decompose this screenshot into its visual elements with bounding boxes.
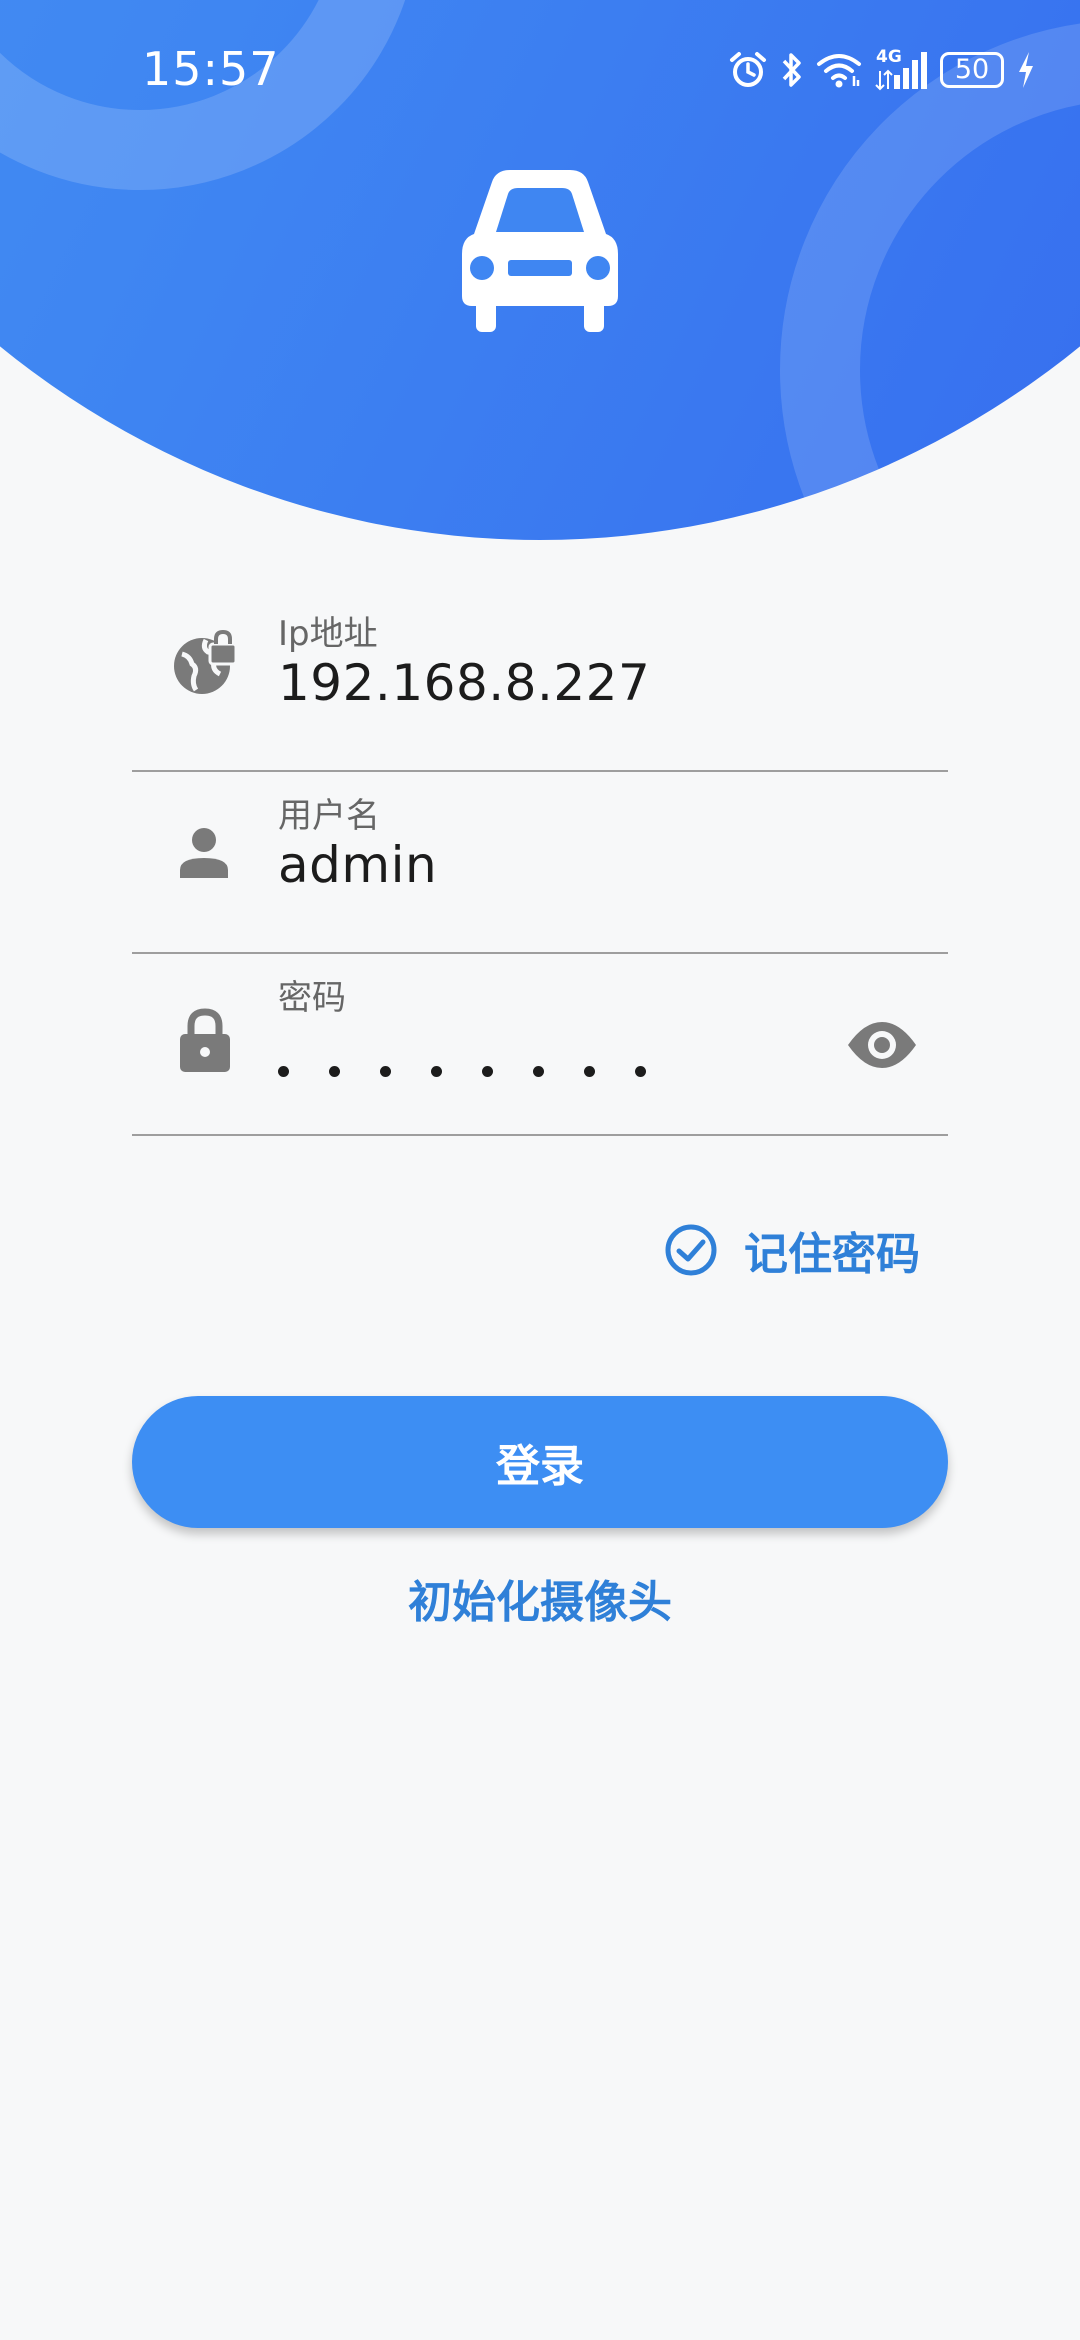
bluetooth-icon <box>782 53 801 87</box>
password-field[interactable]: 密码 <box>132 954 948 1136</box>
eye-icon[interactable] <box>846 1018 918 1072</box>
password-dot <box>431 1066 442 1077</box>
wifi-icon <box>817 54 861 88</box>
password-dot <box>584 1066 595 1077</box>
remember-password-label: 记住密码 <box>744 1229 920 1280</box>
password-dot <box>635 1066 646 1077</box>
person-icon <box>180 828 228 878</box>
charging-icon <box>1019 52 1033 88</box>
globe-lock-icon <box>174 630 238 694</box>
password-dot <box>278 1066 289 1077</box>
username-field[interactable]: 用户名 admin <box>132 772 948 954</box>
password-label: 密码 <box>278 978 346 1018</box>
password-input[interactable] <box>278 1066 646 1077</box>
password-dot <box>329 1066 340 1077</box>
password-dot <box>533 1066 544 1077</box>
username-input[interactable]: admin <box>278 836 437 894</box>
alarm-icon <box>730 52 766 87</box>
login-screen: 15:57 4G 50 Ip地址 192.168.8.227 用户名 admin… <box>0 0 1080 2340</box>
status-bar: 15:57 4G 50 <box>0 0 1080 140</box>
status-icons: 4G 50 <box>728 46 1036 94</box>
car-icon <box>462 170 618 332</box>
lock-icon <box>180 1008 230 1072</box>
ip-label: Ip地址 <box>278 614 378 654</box>
ip-field[interactable]: Ip地址 192.168.8.227 <box>132 590 948 772</box>
ip-input[interactable]: 192.168.8.227 <box>278 654 650 712</box>
login-form: Ip地址 192.168.8.227 用户名 admin 密码 <box>132 590 948 1136</box>
signal-icon: 4G <box>874 47 928 91</box>
remember-password-toggle[interactable]: 记住密码 <box>664 1218 920 1282</box>
password-dot <box>380 1066 391 1077</box>
check-circle-icon <box>665 1224 717 1276</box>
username-label: 用户名 <box>278 796 380 836</box>
password-dot <box>482 1066 493 1077</box>
battery-icon: 50 <box>940 52 1004 88</box>
init-camera-link[interactable]: 初始化摄像头 <box>0 1566 1080 1630</box>
login-button[interactable]: 登录 <box>132 1396 948 1528</box>
status-time: 15:57 <box>142 42 280 96</box>
